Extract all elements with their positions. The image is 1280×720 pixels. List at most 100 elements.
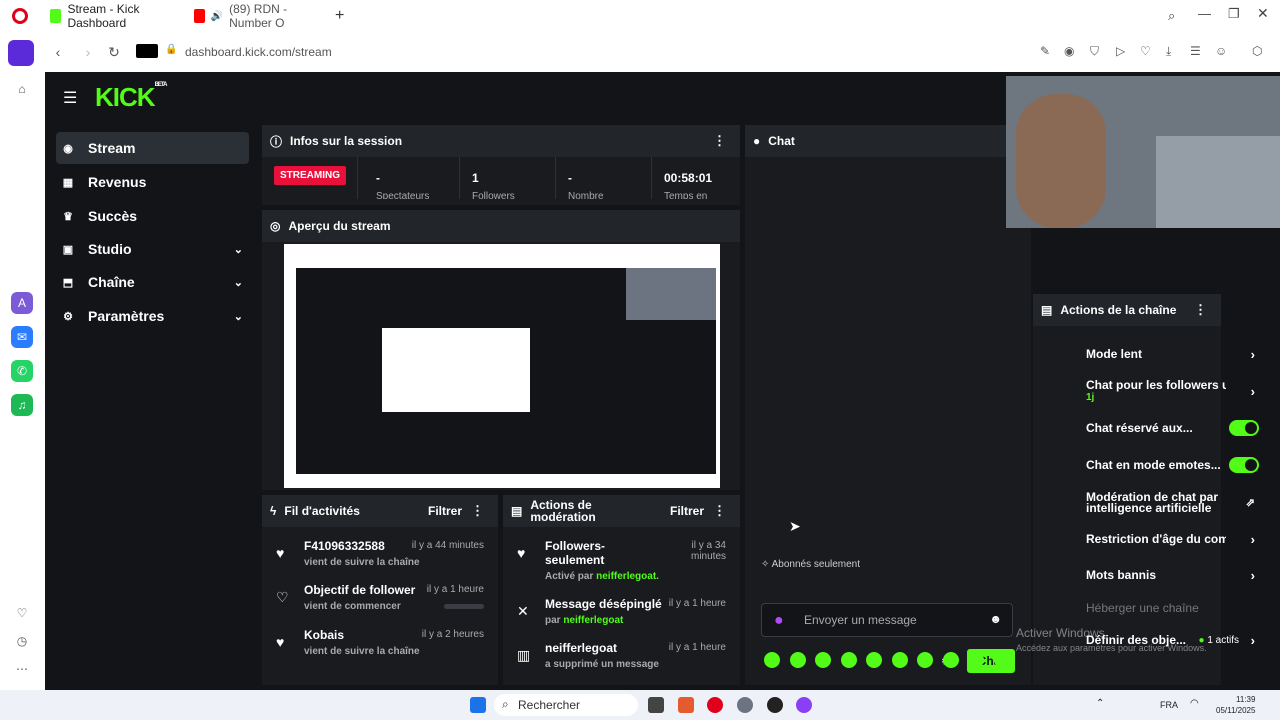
aria-icon[interactable]: A xyxy=(11,292,33,314)
action-host-channel[interactable]: Héberger une chaîne xyxy=(1086,596,1261,620)
sidebar-item-parametres[interactable]: ⚙ Paramètres ⌄ xyxy=(56,300,249,332)
windows-start-icon[interactable] xyxy=(470,697,486,713)
filter-button[interactable]: Filtrer xyxy=(670,504,704,518)
studio-icon: ▣ xyxy=(62,243,74,256)
whatsapp-icon[interactable]: ✆ xyxy=(11,360,33,382)
camera-icon: ◎ xyxy=(270,219,281,233)
sidebar-item-revenus[interactable]: ▦ Revenus xyxy=(56,166,249,198)
heart-icon[interactable]: ♡ xyxy=(1140,44,1151,58)
menu-icon[interactable]: ☰ xyxy=(1190,44,1201,58)
emote-icon[interactable] xyxy=(943,652,959,668)
minimize-icon[interactable]: — xyxy=(1198,6,1211,21)
emote-icon[interactable] xyxy=(994,652,1010,668)
toggle-switch[interactable] xyxy=(1229,420,1259,436)
more-icon[interactable]: ⋯ xyxy=(11,658,33,680)
wifi-icon[interactable]: ◠ xyxy=(1190,698,1199,709)
chat-header: ● Chat xyxy=(745,125,1031,157)
emote-icon[interactable] xyxy=(892,652,908,668)
action-mode-lent[interactable]: Mode lent › xyxy=(1086,342,1261,366)
tab-title: Stream - Kick Dashboard xyxy=(67,2,140,30)
tray-chevron-icon[interactable]: ⌃ xyxy=(1096,698,1104,709)
kebab-menu-icon[interactable]: ⋮ xyxy=(713,503,726,519)
taskbar-search[interactable]: ⌕ Rechercher xyxy=(494,694,638,716)
profile-icon[interactable]: ☺ xyxy=(1215,44,1227,58)
chat-input[interactable]: ● Envoyer un message ☻ xyxy=(761,603,1013,637)
emote-icon[interactable] xyxy=(968,652,984,668)
obs-icon[interactable] xyxy=(767,697,783,713)
stream-preview-video[interactable] xyxy=(284,244,720,488)
settings-icon[interactable] xyxy=(737,697,753,713)
stream-icon: ◉ xyxy=(63,142,73,155)
action-sub: 1j xyxy=(1086,392,1095,403)
sidebar-item-succes[interactable]: ♛ Succès xyxy=(56,200,249,232)
item-time: il y a 44 minutes xyxy=(411,540,484,551)
hamburger-icon[interactable]: ☰ xyxy=(63,88,77,108)
extensions-icon[interactable]: ⬡ xyxy=(1252,44,1262,58)
clock[interactable]: 11:39 05/11/2025 xyxy=(1216,694,1255,716)
action-emote-mode[interactable]: Chat en mode emotes... xyxy=(1086,453,1261,477)
opera-sidebar-active-icon[interactable] xyxy=(8,40,34,66)
filter-button[interactable]: Filtrer xyxy=(428,504,462,518)
restore-icon[interactable]: ❐ xyxy=(1228,6,1240,22)
reload-icon[interactable]: ↻ xyxy=(104,42,124,62)
chevron-right-icon: › xyxy=(1250,346,1255,362)
search-tabs-icon[interactable]: ⌕ xyxy=(1168,8,1175,24)
opera-icon[interactable] xyxy=(707,697,723,713)
action-label: Chat réservé aux... xyxy=(1086,421,1193,435)
spotify-icon[interactable]: ♫ xyxy=(11,394,33,416)
home-icon[interactable]: ⌂ xyxy=(11,78,33,100)
toggle-switch[interactable] xyxy=(1229,457,1259,473)
app-icon[interactable] xyxy=(678,697,694,713)
opera-logo-icon[interactable] xyxy=(12,8,28,24)
kick-logo[interactable]: KICKBETA xyxy=(95,82,167,113)
sidebar-item-label: Paramètres xyxy=(88,308,165,324)
emote-icon[interactable] xyxy=(764,652,780,668)
emote-icon[interactable] xyxy=(815,652,831,668)
sidebar-item-studio[interactable]: ▣ Studio ⌄ xyxy=(56,233,249,265)
action-followers-chat[interactable]: Chat pour les followers uni 1j › xyxy=(1086,378,1261,412)
username-link[interactable]: neifferlegoat xyxy=(563,615,623,626)
sparkle-icon: ✧ xyxy=(761,559,770,570)
stat-count: - Nombre xyxy=(556,157,652,199)
sub-prefix: par xyxy=(545,615,561,626)
sidebar-item-stream[interactable]: ◉ Stream xyxy=(56,132,249,164)
action-ai-moderation[interactable]: Modération de chat par intelligence arti… xyxy=(1086,488,1261,518)
kebab-menu-icon[interactable]: ⋮ xyxy=(713,133,726,149)
camera-icon[interactable]: ◉ xyxy=(1064,44,1074,58)
new-tab-button[interactable]: + xyxy=(335,7,344,25)
url-bar[interactable]: dashboard.kick.com/stream xyxy=(185,45,332,59)
action-subscribers-chat[interactable]: Chat réservé aux... xyxy=(1086,416,1261,440)
language-indicator[interactable]: FRA xyxy=(1160,700,1178,710)
tab-kick-dashboard[interactable]: Stream - Kick Dashboard xyxy=(42,2,185,30)
action-age-restriction[interactable]: Restriction d'âge du compt › xyxy=(1086,527,1261,551)
messenger-icon[interactable]: ✉ xyxy=(11,326,33,348)
emote-icon[interactable] xyxy=(790,652,806,668)
emoji-icon[interactable]: ☻ xyxy=(989,612,1002,626)
panel-title: Actions de la chaîne xyxy=(1060,303,1177,317)
sidebar-item-label: Chaîne xyxy=(88,274,135,290)
clock-time: 11:39 xyxy=(1236,695,1256,704)
watermark-title: Activer Windows xyxy=(1016,626,1105,640)
close-icon[interactable]: ✕ xyxy=(1257,5,1269,22)
emote-icon[interactable] xyxy=(917,652,933,668)
emote-icon[interactable] xyxy=(866,652,882,668)
action-banned-words[interactable]: Mots bannis › xyxy=(1086,563,1261,587)
kebab-menu-icon[interactable]: ⋮ xyxy=(1194,302,1207,318)
favorites-icon[interactable]: ♡ xyxy=(11,602,33,624)
back-icon[interactable]: ‹ xyxy=(48,42,68,62)
edit-icon[interactable]: ✎ xyxy=(1040,44,1050,58)
forward-icon[interactable]: › xyxy=(78,42,98,62)
sidebar-item-chaine[interactable]: ⬒ Chaîne ⌄ xyxy=(56,266,249,298)
kebab-menu-icon[interactable]: ⋮ xyxy=(471,503,484,519)
download-icon[interactable]: ⤓ xyxy=(1166,44,1171,59)
play-icon[interactable]: ▷ xyxy=(1116,44,1125,58)
action-label: Modération de chat par intelligence arti… xyxy=(1086,490,1219,515)
tab-youtube[interactable]: 🔊 (89) RDN - Number O xyxy=(186,2,326,30)
history-icon[interactable]: ◷ xyxy=(11,630,33,652)
purple-app-icon[interactable] xyxy=(796,697,812,713)
file-explorer-icon[interactable] xyxy=(648,697,664,713)
microphone-icon[interactable]: ● xyxy=(774,612,784,630)
username-link[interactable]: neifferlegoat. xyxy=(596,571,659,582)
shield-icon[interactable]: ⛉ xyxy=(1090,44,1099,59)
emote-icon[interactable] xyxy=(841,652,857,668)
